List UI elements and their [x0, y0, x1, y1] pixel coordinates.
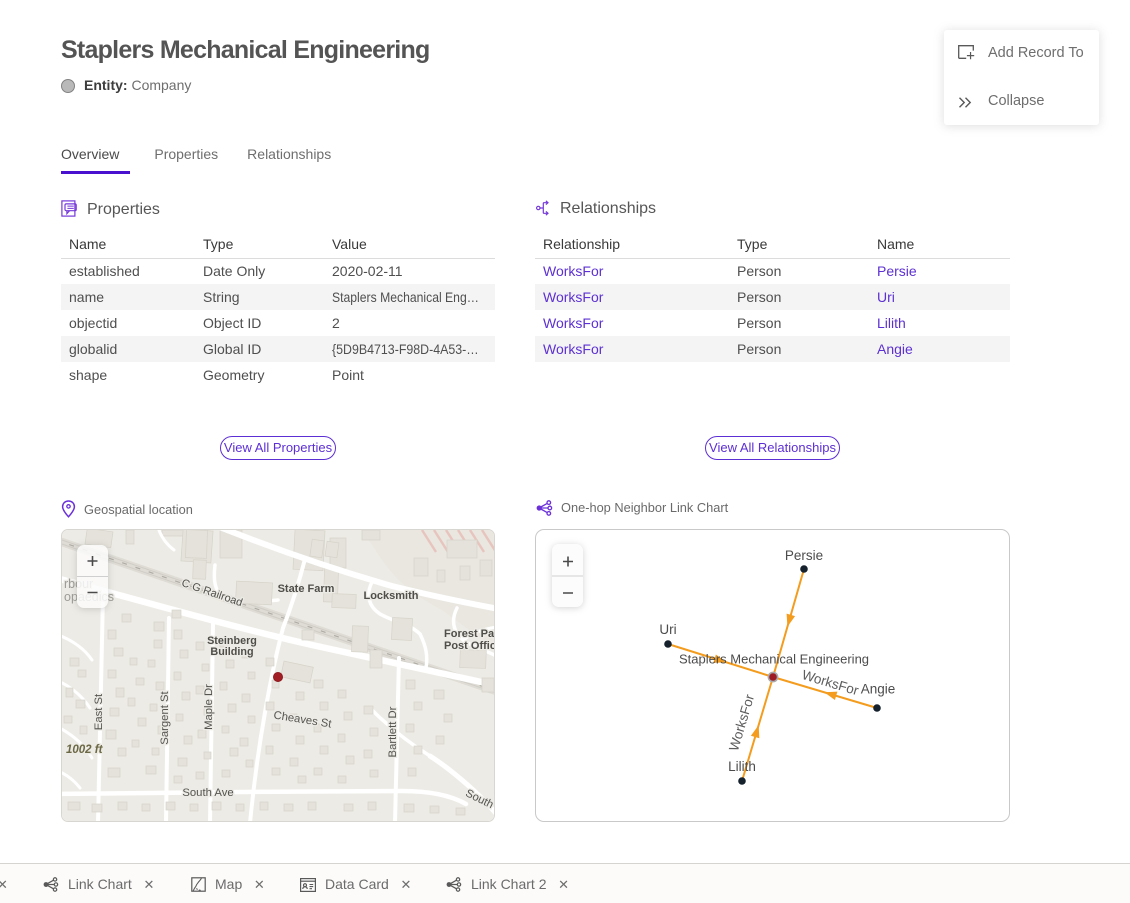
svg-text:Lilith: Lilith	[728, 759, 756, 774]
svg-text:South Ave: South Ave	[182, 787, 233, 799]
svg-text:Bartlett Dr: Bartlett Dr	[387, 706, 399, 757]
svg-text:1002 ft: 1002 ft	[66, 744, 104, 756]
svg-text:Uri: Uri	[659, 622, 676, 637]
svg-text:State Farm: State Farm	[278, 583, 335, 595]
svg-text:Angie: Angie	[861, 682, 896, 697]
svg-text:East St: East St	[93, 693, 105, 730]
svg-text:Locksmith: Locksmith	[363, 590, 418, 602]
svg-text:Post Offic: Post Offic	[444, 640, 495, 652]
svg-text:Persie: Persie	[785, 548, 823, 563]
svg-text:Sargent St: Sargent St	[159, 690, 171, 744]
svg-text:Staplers Mechanical Engineerin: Staplers Mechanical Engineering	[679, 652, 869, 667]
svg-text:Forest Par: Forest Par	[444, 628, 495, 640]
svg-text:Building: Building	[210, 646, 253, 658]
svg-text:Maple Dr: Maple Dr	[203, 684, 215, 730]
